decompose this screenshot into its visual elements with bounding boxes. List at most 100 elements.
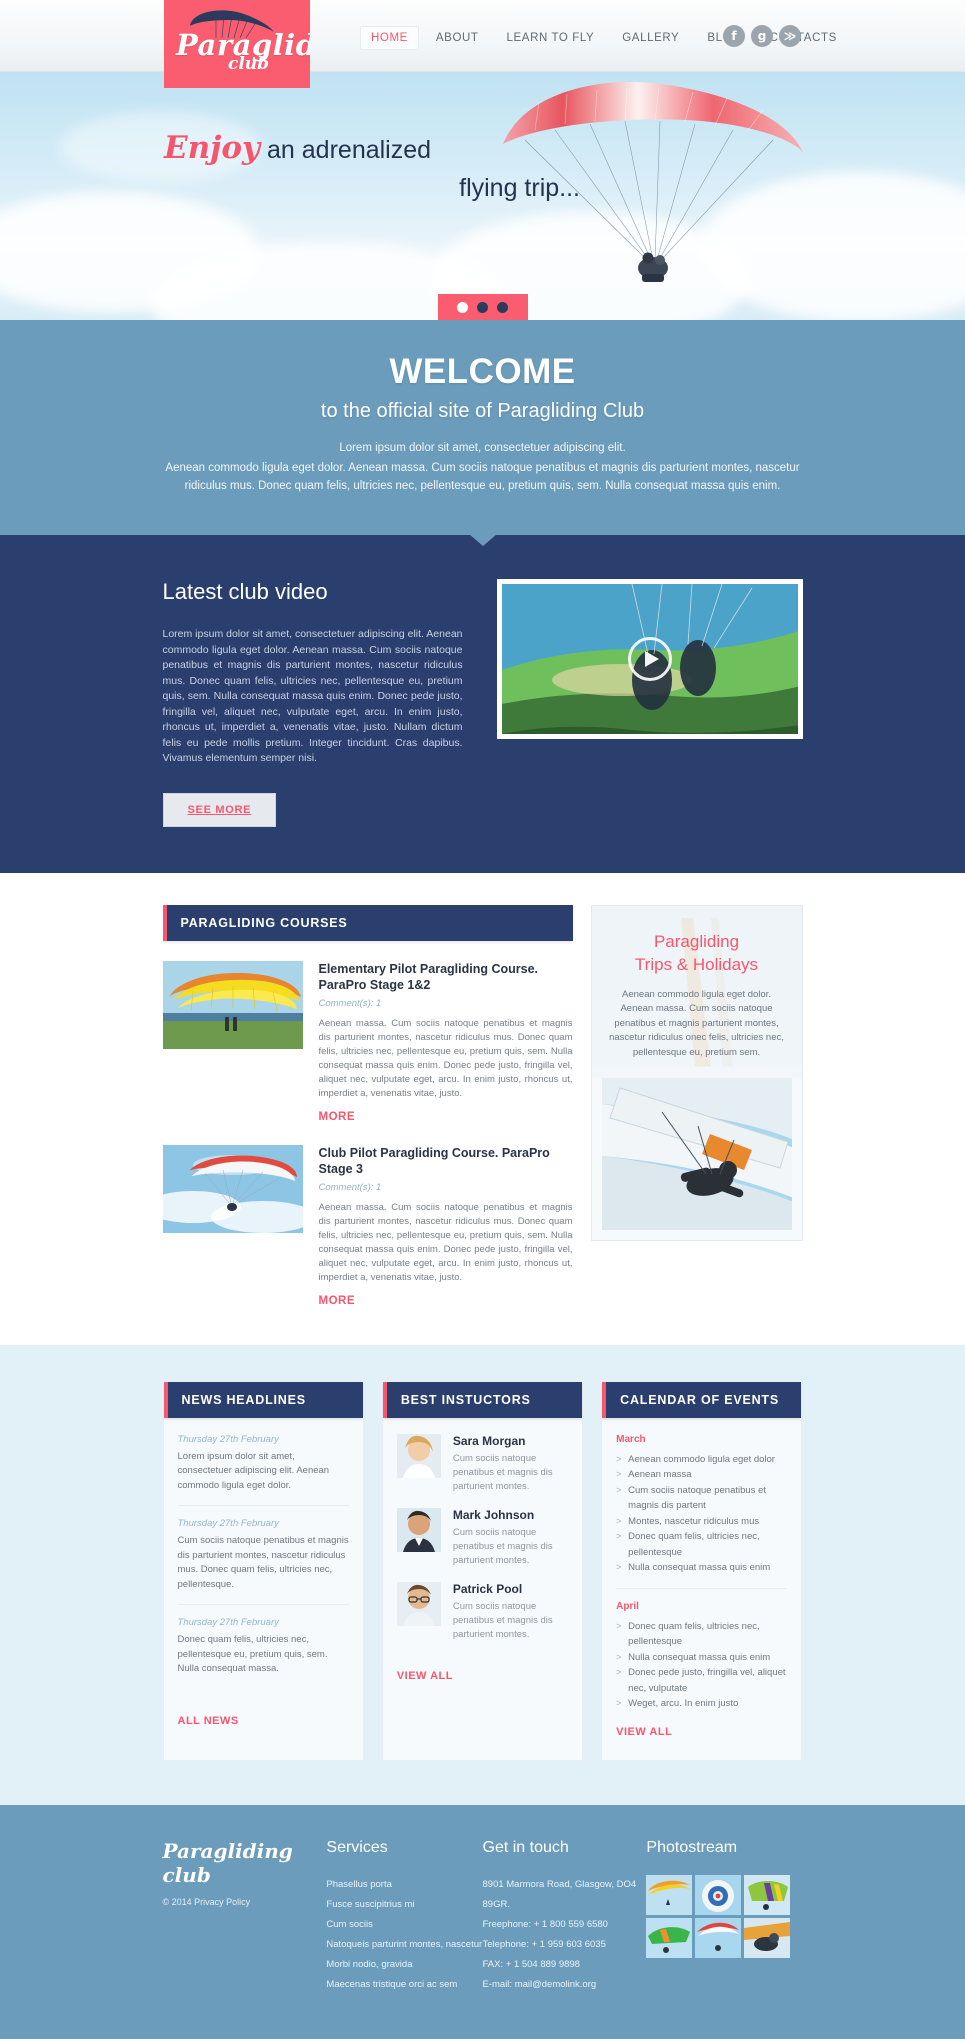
calendar-event[interactable]: Aenean massa (616, 1467, 787, 1483)
instructor-description: Cum sociis natoque penatibus et magnis d… (452, 1526, 553, 1566)
news-text: Cum sociis natoque penatibus et magnis d… (177, 1535, 349, 1590)
news-item[interactable]: Thursday 27th February Donec quam felis,… (178, 1617, 349, 1689)
calendar-event[interactable]: Donec pede justo, fringilla vel, aliquet… (616, 1665, 787, 1696)
welcome-subtitle: to the official site of Paragliding Club (320, 400, 645, 422)
play-button-icon[interactable] (627, 637, 672, 681)
courses-section: PARAGLIDING COURSES Elementary Pilot Par… (0, 872, 965, 1345)
google-plus-icon[interactable]: g (751, 25, 773, 47)
news-text: Lorem ipsum dolor sit amet, consectetuer… (177, 1450, 330, 1491)
video-description: Lorem ipsum dolor sit amet, consectetuer… (162, 628, 463, 764)
photostream-thumbnail[interactable] (695, 1874, 742, 1915)
footer-telephone: Telephone: + 1 959 603 6035 (482, 1938, 606, 1950)
nav-item-learn-to-fly[interactable]: LEARN TO FLY (496, 26, 606, 50)
calendar-event[interactable]: Weget, arcu. In enim justo (616, 1696, 787, 1712)
course-thumbnail[interactable] (162, 960, 303, 1049)
welcome-paragraph-1: Lorem ipsum dolor sit amet, consectetuer… (339, 442, 626, 454)
nav-item-home[interactable]: HOME (360, 26, 419, 50)
footer-service-link[interactable]: Morbi nodio, gravida (326, 1955, 482, 1975)
instructor-item[interactable]: Sara Morgan Cum sociis natoque penatibus… (396, 1433, 568, 1494)
calendar-event[interactable]: Aenean commodo ligula eget dolor (616, 1452, 787, 1468)
calendar-event[interactable]: Nulla consequat massa quis enim (616, 1560, 787, 1576)
course-excerpt: Aenean massa. Cum sociis natoque penatib… (318, 1201, 573, 1283)
social-links[interactable]: f g ≫ (723, 25, 801, 47)
footer-photostream-column: Photostream (646, 1839, 802, 1995)
slider-dot-1[interactable] (457, 301, 468, 313)
course-excerpt: Aenean massa. Cum sociis natoque penatib… (318, 1017, 573, 1099)
footer-service-link[interactable]: Cum sociis (326, 1915, 482, 1935)
promo-column: Paragliding Trips & Holidays Aenean comm… (590, 904, 803, 1309)
promo-title-line2: Trips & Holidays (634, 954, 759, 974)
courses-column: PARAGLIDING COURSES Elementary Pilot Par… (162, 904, 573, 1309)
video-heading: Latest club video (162, 579, 328, 604)
footer-service-link[interactable]: Fusce suscipitrius mi (326, 1895, 482, 1915)
news-date: Thursday 27th February (177, 1617, 279, 1628)
facebook-icon[interactable]: f (723, 25, 745, 47)
calendar-panel-title: CALENDAR OF EVENTS (602, 1381, 802, 1418)
see-more-button[interactable]: SEE MORE (162, 792, 277, 827)
video-player[interactable] (496, 579, 803, 739)
footer-services-heading: Services (326, 1838, 388, 1856)
calendar-event[interactable]: Donec quam felis, ultricies nec, pellent… (616, 1529, 787, 1560)
rss-icon[interactable]: ≫ (779, 25, 801, 47)
footer-copyright[interactable]: © 2014 Privacy Policy (163, 1897, 327, 1907)
footer-brand: Paragliding club © 2014 Privacy Policy (163, 1839, 327, 1995)
latest-video-section: Latest club video Lorem ipsum dolor sit … (0, 534, 965, 873)
instructor-description: Cum sociis natoque penatibus et magnis d… (452, 1600, 553, 1640)
news-date: Thursday 27th February (177, 1518, 279, 1529)
course-more-link[interactable]: MORE (319, 1111, 356, 1123)
course-title: Elementary Pilot Paragliding Course. Par… (318, 961, 539, 992)
slider-dot-3[interactable] (497, 301, 508, 313)
calendar-event[interactable]: Nulla consequat massa quis enim (616, 1650, 787, 1666)
calendar-view-all-link[interactable]: VIEW ALL (616, 1726, 672, 1738)
hero-line2: flying trip... (459, 174, 580, 202)
promo-image[interactable] (601, 1078, 792, 1230)
courses-panel-title: PARAGLIDING COURSES (162, 904, 573, 941)
photostream-thumbnail[interactable] (695, 1917, 742, 1958)
instructor-name: Sara Morgan (452, 1433, 526, 1448)
footer-service-link[interactable]: Maecenas tristique orci ac sem (326, 1975, 482, 1995)
all-news-link[interactable]: ALL NEWS (178, 1715, 239, 1727)
photostream-thumbnail[interactable] (744, 1874, 791, 1915)
slider-pagination[interactable] (437, 294, 528, 320)
course-more-link[interactable]: MORE (319, 1295, 356, 1307)
avatar (396, 1581, 441, 1626)
footer-address: 8901 Marmora Road, Glasgow, DO4 89GR. (482, 1878, 637, 1910)
news-panel-title: NEWS HEADLINES (163, 1381, 363, 1418)
footer-logo[interactable]: Paragliding club (163, 1839, 327, 1887)
avatar (396, 1507, 441, 1552)
instructor-item[interactable]: Mark Johnson Cum sociis natoque penatibu… (396, 1507, 568, 1568)
calendar-event-list: Donec quam felis, ultricies nec, pellent… (616, 1619, 787, 1712)
photostream-thumbnail[interactable] (646, 1874, 693, 1915)
news-date: Thursday 27th February (177, 1433, 279, 1445)
photostream-thumbnail[interactable] (646, 1917, 693, 1958)
course-comment-count: Comment(s): 1 (318, 1181, 382, 1193)
calendar-event[interactable]: Donec quam felis, ultricies nec, pellent… (616, 1619, 787, 1650)
news-text: Donec quam felis, ultricies nec, pellent… (177, 1634, 328, 1674)
footer-services-column: Services Phasellus porta Fusce suscipitr… (326, 1839, 482, 1995)
news-item[interactable]: Thursday 27th February Lorem ipsum dolor… (177, 1433, 349, 1506)
nav-item-gallery[interactable]: GALLERY (611, 26, 690, 50)
instructor-item[interactable]: Patrick Pool Cum sociis natoque penatibu… (396, 1581, 568, 1642)
promo-title: Paragliding Trips & Holidays (606, 930, 788, 976)
trips-promo-card[interactable]: Paragliding Trips & Holidays Aenean comm… (590, 904, 803, 1241)
calendar-event[interactable]: Cum sociis natoque penatibus et magnis d… (616, 1483, 787, 1514)
site-logo[interactable]: Paragliding club (164, 0, 310, 88)
promo-title-line1: Paragliding (653, 931, 740, 951)
calendar-month-label: April (616, 1600, 639, 1612)
page-root: Paragliding club HOME ABOUT LEARN TO FLY… (0, 0, 965, 2039)
footer-service-link[interactable]: Natoqueis parturint montes, nascetur (326, 1935, 482, 1955)
slider-dot-2[interactable] (477, 301, 488, 313)
nav-item-about[interactable]: ABOUT (425, 26, 490, 50)
calendar-event[interactable]: Montes, nascetur ridiculus mus (616, 1514, 787, 1530)
footer-photostream-heading: Photostream (646, 1838, 738, 1856)
footer-fax: FAX: + 1 504 889 9898 (482, 1958, 580, 1970)
footer-service-link[interactable]: Phasellus porta (326, 1875, 482, 1895)
promo-text: Aenean commodo ligula eget dolor. Aenean… (609, 988, 784, 1058)
instructors-view-all-link[interactable]: VIEW ALL (397, 1670, 453, 1682)
course-thumbnail[interactable] (162, 1144, 303, 1233)
news-item[interactable]: Thursday 27th February Cum sociis natoqu… (177, 1518, 349, 1605)
footer-email[interactable]: E-mail: mail@demolink.org (483, 1975, 647, 1995)
photostream-thumbnail[interactable] (744, 1917, 791, 1958)
course-item: Elementary Pilot Paragliding Course. Par… (162, 960, 573, 1125)
welcome-title: WELCOME (389, 352, 576, 391)
